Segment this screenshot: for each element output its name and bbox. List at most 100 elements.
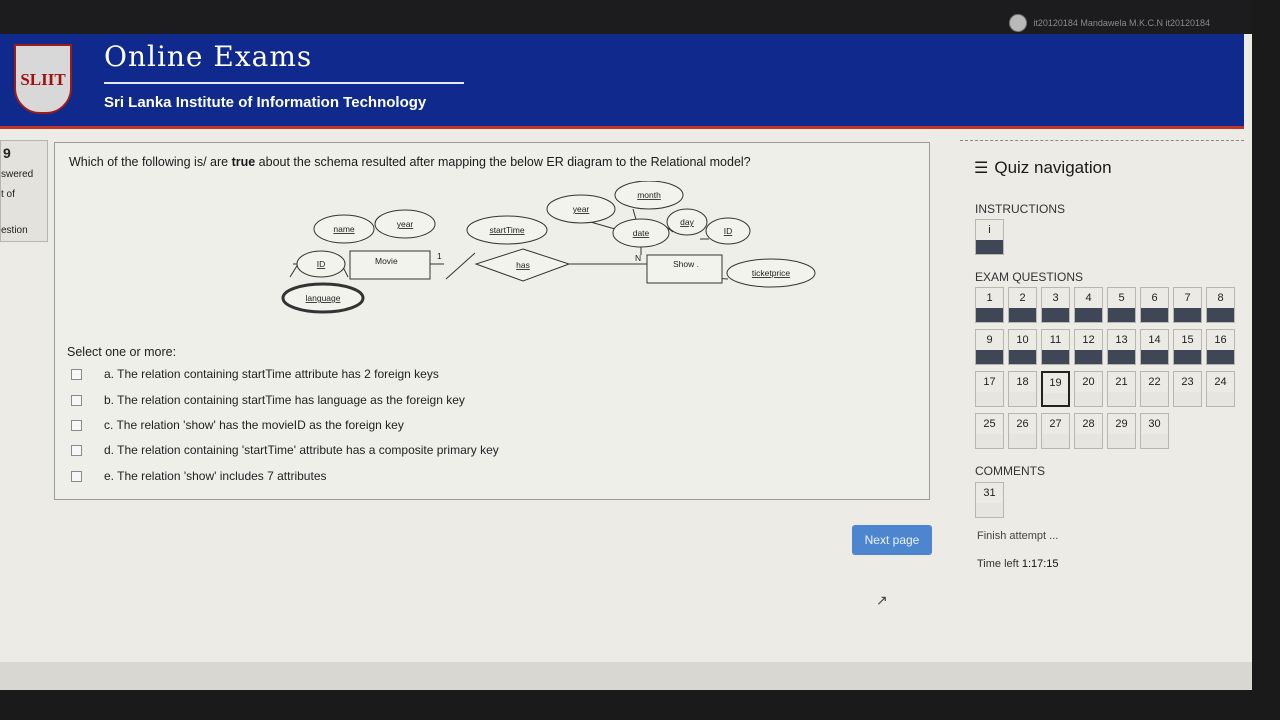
nav-question-28[interactable]: 28 bbox=[1074, 413, 1103, 449]
checkbox-c[interactable] bbox=[71, 419, 82, 431]
comments-label: COMMENTS bbox=[975, 464, 1045, 478]
nav-question-24[interactable]: 24 bbox=[1206, 371, 1235, 407]
question-text-bold: true bbox=[231, 155, 256, 169]
attr-language: language bbox=[306, 293, 341, 303]
nav-question-state bbox=[976, 350, 1003, 364]
attr-movie-year: year bbox=[397, 219, 414, 229]
nav-question-state bbox=[1141, 434, 1168, 448]
nav-question-number: 26 bbox=[1016, 418, 1029, 430]
nav-question-number: 6 bbox=[1151, 292, 1158, 304]
nav-question-22[interactable]: 22 bbox=[1140, 371, 1169, 407]
checkbox-e[interactable] bbox=[71, 470, 82, 482]
question-number: 9 bbox=[3, 145, 11, 161]
mouse-cursor-icon: ↗ bbox=[876, 592, 888, 608]
nav-question-27[interactable]: 27 bbox=[1041, 413, 1070, 449]
question-status: swered bbox=[1, 169, 34, 180]
nav-question-3[interactable]: 3 bbox=[1041, 287, 1070, 323]
checkbox-a[interactable] bbox=[71, 368, 82, 380]
nav-question-30[interactable]: 30 bbox=[1140, 413, 1169, 449]
question-grid-row-2: 9 10 11 12 13 14 15 16 bbox=[975, 329, 1235, 365]
option-d-text: d. The relation containing 'startTime' a… bbox=[104, 443, 499, 457]
nav-question-number: 18 bbox=[1016, 376, 1029, 388]
nav-question-state bbox=[976, 392, 1003, 406]
avatar bbox=[1009, 14, 1028, 32]
cardinality-n: N bbox=[635, 253, 641, 263]
attr-show-year: year bbox=[573, 204, 590, 214]
nav-question-25[interactable]: 25 bbox=[975, 413, 1004, 449]
finish-attempt-link[interactable]: Finish attempt ... bbox=[977, 530, 1058, 542]
nav-question-20[interactable]: 20 bbox=[1074, 371, 1103, 407]
time-left-label: Time left bbox=[977, 558, 1019, 570]
checkbox-b[interactable] bbox=[71, 394, 82, 406]
question-grid-row-3: 17 18 19 20 21 22 23 24 bbox=[975, 371, 1235, 407]
nav-question-number: 19 bbox=[1049, 377, 1062, 389]
nav-question-state bbox=[1207, 308, 1234, 322]
nav-question-number: 22 bbox=[1148, 376, 1161, 388]
nav-question-state bbox=[1075, 392, 1102, 406]
option-b[interactable]: b. The relation containing startTime has… bbox=[71, 393, 465, 407]
nav-question-23[interactable]: 23 bbox=[1173, 371, 1202, 407]
nav-question-state bbox=[1075, 350, 1102, 364]
nav-question-31[interactable]: 31 bbox=[975, 482, 1004, 518]
nav-question-14[interactable]: 14 bbox=[1140, 329, 1169, 365]
quiz-navigation-title: ☰ Quiz navigation bbox=[974, 158, 1112, 178]
nav-question-state bbox=[976, 308, 1003, 322]
nav-question-11[interactable]: 11 bbox=[1041, 329, 1070, 365]
nav-question-15[interactable]: 15 bbox=[1173, 329, 1202, 365]
nav-question-state bbox=[1043, 393, 1068, 405]
instructions-label: INSTRUCTIONS bbox=[975, 202, 1065, 216]
nav-question-21[interactable]: 21 bbox=[1107, 371, 1136, 407]
nav-question-state bbox=[976, 240, 1003, 254]
nav-question-number: 20 bbox=[1082, 376, 1095, 388]
nav-question-19[interactable]: 19 bbox=[1041, 371, 1070, 407]
nav-question-13[interactable]: 13 bbox=[1107, 329, 1136, 365]
option-b-text: b. The relation containing startTime has… bbox=[104, 393, 465, 407]
nav-question-state bbox=[1108, 434, 1135, 448]
nav-question-state bbox=[1009, 350, 1036, 364]
nav-question-29[interactable]: 29 bbox=[1107, 413, 1136, 449]
question-info: 9 swered t of estion bbox=[0, 140, 48, 242]
nav-question-18[interactable]: 18 bbox=[1008, 371, 1037, 407]
nav-question-state bbox=[1108, 392, 1135, 406]
question-grid-row-4: 25 26 27 28 29 30 bbox=[975, 413, 1169, 449]
nav-question-number: 24 bbox=[1214, 376, 1227, 388]
attr-ticketprice: ticketprice bbox=[752, 268, 791, 278]
nav-question-6[interactable]: 6 bbox=[1140, 287, 1169, 323]
nav-question-number: 9 bbox=[986, 334, 993, 346]
next-page-button[interactable]: Next page bbox=[852, 525, 932, 555]
nav-question-26[interactable]: 26 bbox=[1008, 413, 1037, 449]
option-d[interactable]: d. The relation containing 'startTime' a… bbox=[71, 443, 499, 457]
time-left: Time left 1:17:15 bbox=[977, 558, 1059, 570]
nav-question-17[interactable]: 17 bbox=[975, 371, 1004, 407]
menu-icon[interactable]: ☰ bbox=[974, 158, 988, 178]
attr-name: name bbox=[333, 224, 355, 234]
time-left-value: 1:17:15 bbox=[1021, 558, 1059, 570]
entity-movie: Movie bbox=[375, 256, 398, 266]
nav-question-12[interactable]: 12 bbox=[1074, 329, 1103, 365]
nav-question-9[interactable]: 9 bbox=[975, 329, 1004, 365]
option-c[interactable]: c. The relation 'show' has the movieID a… bbox=[71, 418, 404, 432]
nav-question-5[interactable]: 5 bbox=[1107, 287, 1136, 323]
option-e[interactable]: e. The relation 'show' includes 7 attrib… bbox=[71, 469, 327, 483]
option-a[interactable]: a. The relation containing startTime att… bbox=[71, 367, 439, 381]
nav-question-1[interactable]: 1 bbox=[975, 287, 1004, 323]
user-menu[interactable]: it20120184 Mandawela M.K.C.N it20120184 bbox=[1009, 14, 1210, 32]
sliit-logo[interactable]: SLIIT bbox=[14, 44, 72, 114]
logo-text: SLIIT bbox=[20, 70, 66, 89]
nav-question-number: i bbox=[988, 224, 991, 236]
nav-question-number: 28 bbox=[1082, 418, 1095, 430]
flag-question-link[interactable]: estion bbox=[1, 225, 28, 236]
nav-question-4[interactable]: 4 bbox=[1074, 287, 1103, 323]
nav-question-10[interactable]: 10 bbox=[1008, 329, 1037, 365]
nav-question-16[interactable]: 16 bbox=[1206, 329, 1235, 365]
nav-question-2[interactable]: 2 bbox=[1008, 287, 1037, 323]
checkbox-d[interactable] bbox=[71, 444, 82, 456]
instructions-grid: i bbox=[975, 219, 1004, 255]
nav-question-i[interactable]: i bbox=[975, 219, 1004, 255]
nav-question-state bbox=[1009, 392, 1036, 406]
entity-show: Show . bbox=[673, 259, 699, 269]
attr-date: date bbox=[633, 228, 650, 238]
nav-question-8[interactable]: 8 bbox=[1206, 287, 1235, 323]
nav-question-7[interactable]: 7 bbox=[1173, 287, 1202, 323]
nav-question-number: 30 bbox=[1148, 418, 1161, 430]
